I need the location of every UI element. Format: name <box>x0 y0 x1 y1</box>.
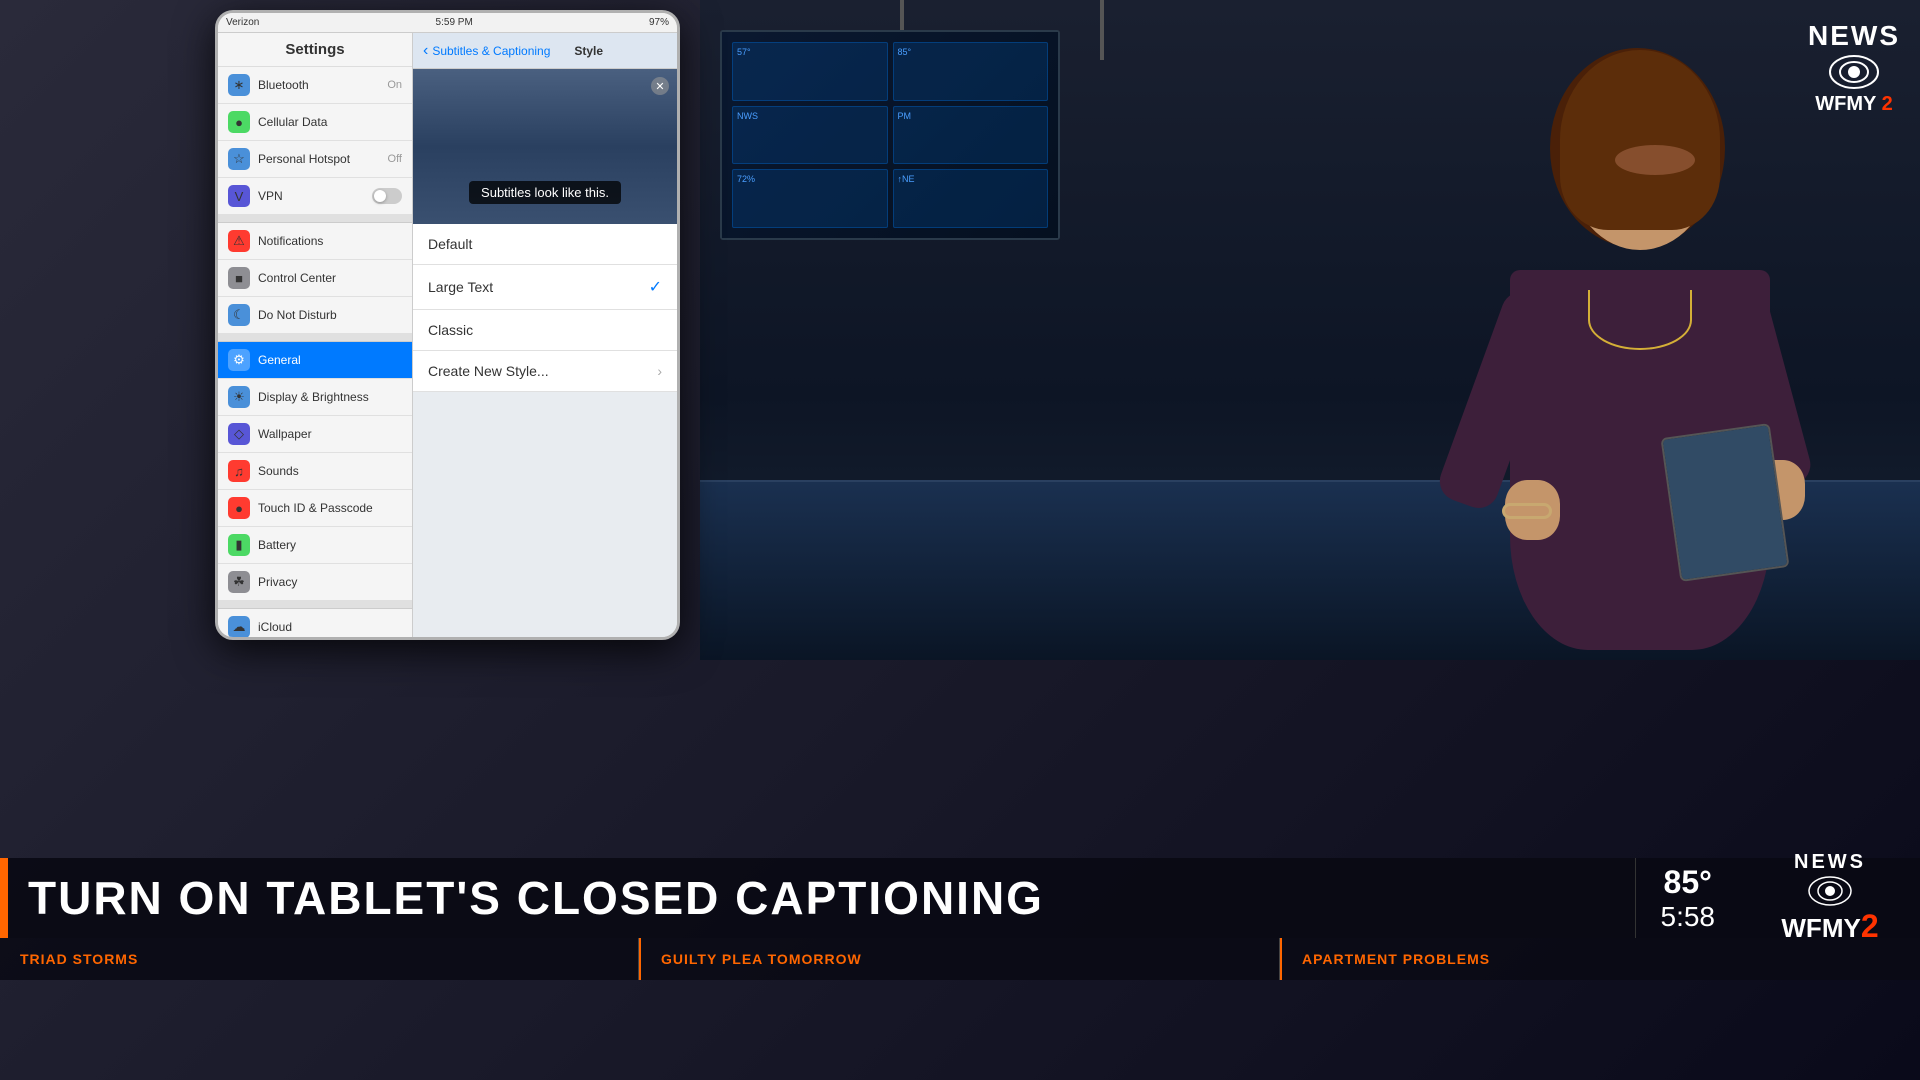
touchid-icon: ● <box>228 497 250 519</box>
chevron-right-icon: › <box>657 363 662 379</box>
sounds-icon: ♫ <box>228 460 250 482</box>
sidebar-divider <box>218 215 412 223</box>
bg-data-cell: ↑NE <box>893 169 1049 228</box>
sidebar-item-notifications[interactable]: ⚠ Notifications <box>218 223 412 260</box>
temperature-display: 85° <box>1664 864 1712 901</box>
battery-label: 97% <box>649 17 669 28</box>
ticker-label-apartment: APARTMENT PROBLEMS <box>1302 951 1490 967</box>
vpn-icon: V <box>228 185 250 207</box>
ticker-segment-apartment: APARTMENT PROBLEMS <box>1282 938 1920 980</box>
sidebar-item-display[interactable]: ☀ Display & Brightness <box>218 379 412 416</box>
vpn-toggle[interactable] <box>372 188 402 204</box>
sidebar-item-vpn[interactable]: V VPN <box>218 178 412 215</box>
sidebar-item-touchid[interactable]: ● Touch ID & Passcode <box>218 490 412 527</box>
bg-data-cell: 72% <box>732 169 888 228</box>
battery-icon: ▮ <box>228 534 250 556</box>
back-arrow-icon[interactable]: ‹ <box>423 42 428 60</box>
ipad-main-content: Settings ∗ Bluetooth On ● Cellular Data … <box>218 33 677 637</box>
headline-bar: TURN ON TABLET'S CLOSED CAPTIONING 85° 5… <box>0 858 1920 938</box>
wfmy-logo: NEWS WFMY 2 <box>1781 851 1878 945</box>
icloud-icon: ☁ <box>228 616 250 637</box>
preview-close-button[interactable]: ✕ <box>651 77 669 95</box>
settings-sidebar: Settings ∗ Bluetooth On ● Cellular Data … <box>218 33 413 637</box>
studio-background: 57° 85° NWS PM 72% ↑NE <box>700 0 1920 660</box>
weather-time-box: 85° 5:58 <box>1635 858 1741 938</box>
wfmy-logo-box: NEWS WFMY 2 <box>1740 858 1920 938</box>
sidebar-divider-2 <box>218 334 412 342</box>
right-nav-bar: ‹ Subtitles & Captioning Style <box>413 33 677 69</box>
orange-accent-bar <box>0 858 8 938</box>
ticker-label-guilty: GUILTY PLEA TOMORROW <box>661 951 862 967</box>
held-tablet <box>1660 423 1789 582</box>
sidebar-item-do-not-disturb[interactable]: ☾ Do Not Disturb <box>218 297 412 334</box>
checkmark-icon: ✓ <box>649 277 662 297</box>
bg-data-cell: NWS <box>732 106 888 165</box>
style-option-create-new[interactable]: Create New Style... › <box>413 351 677 392</box>
control-center-icon: ■ <box>228 267 250 289</box>
subtitle-preview-area: ✕ Subtitles look like this. <box>413 69 677 224</box>
bg-data-cell: 57° <box>732 42 888 101</box>
bluetooth-icon: ∗ <box>228 74 250 96</box>
sidebar-item-hotspot[interactable]: ☆ Personal Hotspot Off <box>218 141 412 178</box>
nav-title: Style <box>574 44 603 58</box>
bg-data-cell: PM <box>893 106 1049 165</box>
time-label: 5:59 PM <box>436 17 473 28</box>
sidebar-item-cellular[interactable]: ● Cellular Data <box>218 104 412 141</box>
news-label: NEWS <box>1808 20 1900 52</box>
do-not-disturb-icon: ☾ <box>228 304 250 326</box>
nav-back-label[interactable]: Subtitles & Captioning <box>432 44 550 58</box>
ipad-screen: Verizon 5:59 PM 97% Settings ∗ Bluetooth… <box>218 13 677 637</box>
style-option-classic[interactable]: Classic <box>413 310 677 351</box>
style-options-list: Default Large Text ✓ Classic <box>413 224 677 392</box>
sidebar-item-privacy[interactable]: ☘ Privacy <box>218 564 412 601</box>
general-icon: ⚙ <box>228 349 250 371</box>
ticker-segment-triad: TRIAD STORMS <box>0 938 639 980</box>
wfmy-cbs-eye-icon <box>1808 876 1853 906</box>
sidebar-item-general[interactable]: ⚙ General <box>218 342 412 379</box>
sidebar-item-wallpaper[interactable]: ◇ Wallpaper <box>218 416 412 453</box>
bg-data-cell: 85° <box>893 42 1049 101</box>
sidebar-item-bluetooth[interactable]: ∗ Bluetooth On <box>218 67 412 104</box>
ticker-bar: TRIAD STORMS GUILTY PLEA TOMORROW APARTM… <box>0 938 1920 980</box>
display-icon: ☀ <box>228 386 250 408</box>
ticker-label-triad: TRIAD STORMS <box>20 951 138 967</box>
privacy-icon: ☘ <box>228 571 250 593</box>
settings-right-panel: ‹ Subtitles & Captioning Style ✕ Subtitl… <box>413 33 677 637</box>
time-display: 5:58 <box>1661 901 1716 933</box>
style-option-large-text[interactable]: Large Text ✓ <box>413 265 677 310</box>
sidebar-item-icloud[interactable]: ☁ iCloud <box>218 609 412 637</box>
wfmy-news-text: NEWS <box>1794 851 1866 874</box>
cellular-icon: ● <box>228 111 250 133</box>
sidebar-divider-3 <box>218 601 412 609</box>
sidebar-item-battery[interactable]: ▮ Battery <box>218 527 412 564</box>
sidebar-item-sounds[interactable]: ♫ Sounds <box>218 453 412 490</box>
ticker-segment-guilty: GUILTY PLEA TOMORROW <box>641 938 1280 980</box>
ipad-status-bar: Verizon 5:59 PM 97% <box>218 13 677 33</box>
wallpaper-icon: ◇ <box>228 423 250 445</box>
background-monitor: 57° 85° NWS PM 72% ↑NE <box>720 30 1060 240</box>
cbs-eye-icon <box>1829 55 1879 90</box>
ipad-device: Verizon 5:59 PM 97% Settings ∗ Bluetooth… <box>215 10 680 640</box>
headline-text-area: TURN ON TABLET'S CLOSED CAPTIONING <box>8 858 1635 938</box>
notifications-icon: ⚠ <box>228 230 250 252</box>
settings-header: Settings <box>218 33 412 67</box>
lower-third: TURN ON TABLET'S CLOSED CAPTIONING 85° 5… <box>0 858 1920 980</box>
style-option-default[interactable]: Default <box>413 224 677 265</box>
hotspot-icon: ☆ <box>228 148 250 170</box>
station-label: WFMY 2 <box>1815 93 1892 116</box>
sidebar-item-control-center[interactable]: ■ Control Center <box>218 260 412 297</box>
main-headline-text: TURN ON TABLET'S CLOSED CAPTIONING <box>28 871 1044 925</box>
carrier-label: Verizon <box>226 17 259 28</box>
presenter-figure <box>1370 0 1870 660</box>
top-right-logo: NEWS WFMY 2 <box>1808 20 1900 116</box>
subtitle-preview-text: Subtitles look like this. <box>469 181 621 204</box>
